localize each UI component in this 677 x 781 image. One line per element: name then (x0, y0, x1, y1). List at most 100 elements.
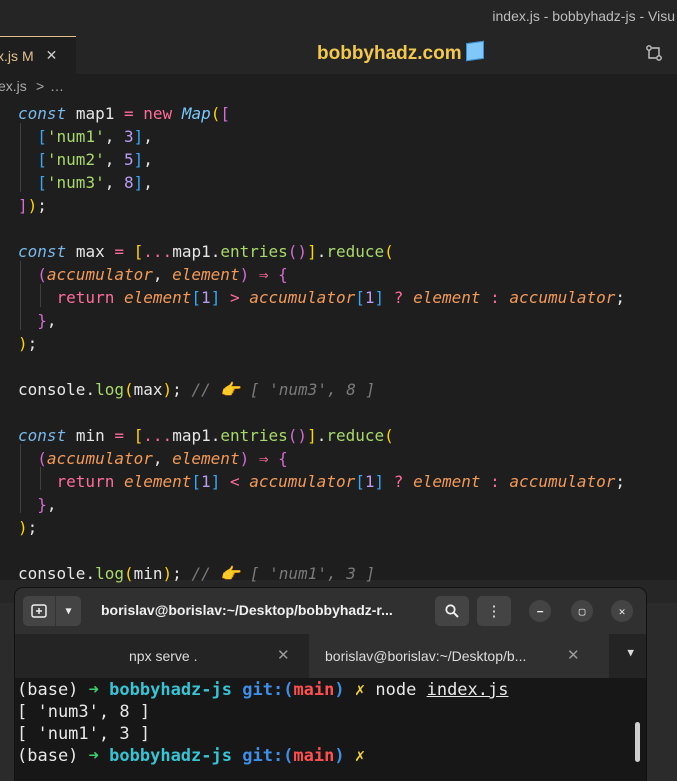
code-line: ]); (18, 196, 47, 215)
code-line: ['num3', 8], (37, 173, 153, 192)
new-tab-button-group: ▼ (23, 596, 81, 626)
prompt-branch: main (293, 680, 335, 700)
terminal-tab-close-icon[interactable]: ✕ (277, 646, 290, 664)
identifier-console: console (18, 564, 86, 583)
terminal-tab-active[interactable]: borislav@borislav:~/Desktop/b... ✕ (309, 634, 609, 678)
terminal-search-icon[interactable] (435, 596, 469, 626)
breadcrumb-symbol[interactable]: … (50, 78, 64, 94)
tab-modified-badge: M (22, 47, 34, 64)
keyword-const: const (18, 104, 67, 123)
breadcrumb: ex.js > … (0, 74, 677, 100)
method-reduce: reduce (326, 426, 385, 445)
method-entries: entries (220, 242, 288, 261)
method-reduce: reduce (326, 242, 385, 261)
terminal-header: ▼ borislav@borislav:~/Desktop/bobbyhadz-… (15, 588, 646, 634)
bracket: [ (220, 104, 230, 123)
code-line: console.log(max); // 👉 [ 'num3', 8 ] (18, 380, 376, 399)
terminal-tab-npx-serve[interactable]: npx serve . ✕ (15, 634, 309, 678)
operator-lt: < (229, 472, 240, 491)
terminal-title: borislav@borislav:~/Desktop/bobbyhadz-r.… (101, 602, 393, 618)
code-line: }, (37, 311, 57, 330)
code-line: (accumulator, element) ⇒ { (37, 449, 288, 468)
method-log: log (95, 380, 124, 399)
close-window-icon[interactable]: ✕ (611, 600, 633, 622)
search-svg (445, 604, 459, 618)
spread-operator: ... (143, 426, 173, 445)
maximize-icon[interactable]: ▢ (571, 600, 593, 622)
identifier-map1: map1 (172, 426, 211, 445)
identifier-max: max (75, 242, 105, 261)
new-tab-dropdown-icon[interactable]: ▼ (56, 596, 81, 626)
code-line: const map1 = new Map([ (18, 102, 230, 125)
terminal-tab-label: npx serve . (129, 648, 198, 664)
log-arg: max (133, 380, 163, 399)
code-line: return element[1] > accumulator[1] ? ele… (56, 288, 626, 307)
command-node: node (375, 680, 417, 700)
terminal-prompt-line: (base) ➜ bobbyhadz-js git:(main) ✗ (17, 746, 366, 766)
minimize-icon[interactable]: − (529, 600, 551, 622)
code-editor[interactable]: const map1 = new Map([ ['num1', 3], ['nu… (0, 100, 677, 603)
code-line: }, (37, 495, 57, 514)
terminal-tab-bar: npx serve . ✕ borislav@borislav:~/Deskto… (15, 634, 646, 678)
prompt-dirty: ✗ (354, 680, 366, 700)
command-file: index.js (426, 680, 509, 700)
code-line: const min = [...map1.entries()].reduce( (18, 426, 394, 445)
identifier-map1: map1 (172, 242, 211, 261)
site-title-text: bobbyhadz.com (317, 43, 462, 64)
code-line: const max = [...map1.entries()].reduce( (18, 242, 394, 261)
terminal-tab-close-icon[interactable]: ✕ (567, 646, 580, 664)
terminal-output[interactable]: (base) ➜ bobbyhadz-js git:(main) ✗ node … (15, 678, 646, 781)
number-literal: 5 (123, 150, 134, 169)
param-accumulator: accumulator (46, 265, 153, 284)
terminal-output-line: [ 'num3', 8 ] (17, 701, 150, 723)
code-line: console.log(min); // 👉 [ 'num1', 3 ] (18, 564, 376, 583)
method-entries: entries (220, 426, 288, 445)
prompt-git-end: ) (334, 680, 345, 700)
site-watermark-title: bobbyhadz.com (317, 40, 484, 65)
compare-icon-svg (646, 45, 662, 61)
prompt-git: git:( (242, 680, 294, 700)
window-titlebar: index.js - bobbyhadz-js - Visu (0, 0, 677, 36)
identifier-min: min (75, 426, 105, 445)
output-text: [ 'num3', 8 ] (17, 702, 151, 722)
operator-gt: > (229, 288, 240, 307)
editor-tab-index-js[interactable]: x.js M ✕ (0, 36, 76, 74)
new-tab-icon[interactable] (23, 596, 56, 626)
code-comment: // 👉 [ 'num1', 3 ] (191, 564, 376, 583)
terminal-output-line: [ 'num1', 3 ] (17, 723, 150, 745)
terminal-prompt-line: (base) ➜ bobbyhadz-js git:(main) ✗ node … (17, 679, 508, 701)
cube-icon (465, 40, 484, 62)
code-line: return element[1] < accumulator[1] ? ele… (56, 472, 626, 491)
source-control-compare-icon[interactable] (645, 44, 663, 67)
code-line: ); (18, 334, 38, 353)
breadcrumb-separator: > (36, 78, 45, 94)
class-map: Map (181, 104, 211, 123)
code-comment: // 👉 [ 'num3', 8 ] (191, 380, 376, 399)
log-arg: min (133, 564, 163, 583)
tab-close-icon[interactable]: ✕ (46, 47, 58, 64)
output-text: [ 'num1', 3 ] (17, 724, 151, 744)
spread-operator: ... (143, 242, 173, 261)
breadcrumb-file[interactable]: ex.js (0, 78, 27, 94)
terminal-window[interactable]: ▼ borislav@borislav:~/Desktop/bobbyhadz-… (15, 588, 646, 781)
code-line: ); (18, 518, 38, 537)
code-line: (accumulator, element) ⇒ { (37, 265, 288, 284)
identifier-map1: map1 (75, 104, 115, 123)
conda-env: (base) (17, 680, 79, 700)
prompt-dir: bobbyhadz-js (109, 680, 232, 700)
number-literal: 8 (123, 173, 134, 192)
method-log: log (95, 564, 124, 583)
prompt-arrow: ➜ (88, 680, 99, 700)
terminal-scrollbar[interactable] (635, 722, 640, 762)
number-literal: 3 (123, 127, 134, 146)
code-line: ['num2', 5], (37, 150, 153, 169)
window-title: index.js - bobbyhadz-js - Visu (492, 8, 675, 24)
operator-assign: = (123, 104, 134, 123)
param-element: element (172, 265, 240, 284)
tab-list-dropdown-icon[interactable]: ▼ (627, 646, 634, 659)
code-line: ['num1', 3], (37, 127, 153, 146)
keyword-new: new (143, 104, 173, 123)
terminal-menu-icon[interactable]: ⋮ (477, 596, 511, 626)
paren: ( (210, 104, 221, 123)
editor-tab-row: x.js M ✕ bobbyhadz.com (0, 36, 677, 74)
